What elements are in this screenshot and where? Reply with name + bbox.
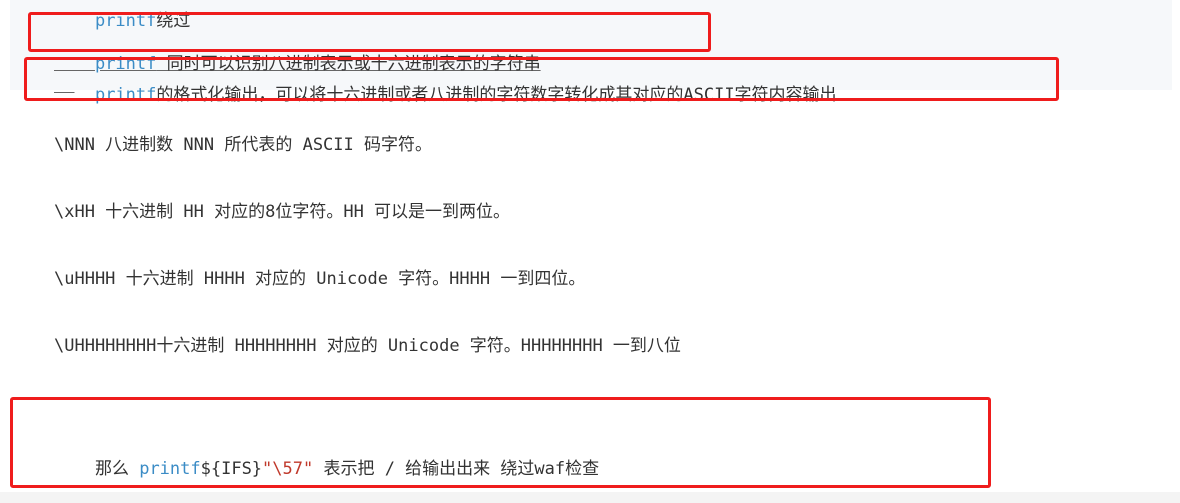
line-hex2-escape: \xHH 十六进制 HH 对应的8位字符。HH 可以是一到两位。 xyxy=(54,202,511,222)
highlight-box-3 xyxy=(10,397,991,488)
highlight-box-2 xyxy=(24,57,1059,101)
highlight-box-1 xyxy=(28,12,711,52)
line-octal-escape: \NNN 八进制数 NNN 所代表的 ASCII 码字符。 xyxy=(54,135,432,155)
line-unicode4-escape: \uHHHH 十六进制 HHHH 对应的 Unicode 字符。HHHH 一到四… xyxy=(54,269,586,289)
line-unicode8-escape: \UHHHHHHHH十六进制 HHHHHHHH 对应的 Unicode 字符。H… xyxy=(54,336,681,356)
bottom-scroll-strip xyxy=(0,492,1180,503)
document-page: printf绕过 printf 同时可以识别八进制表示或十六进制表示的字符串 p… xyxy=(0,0,1180,503)
